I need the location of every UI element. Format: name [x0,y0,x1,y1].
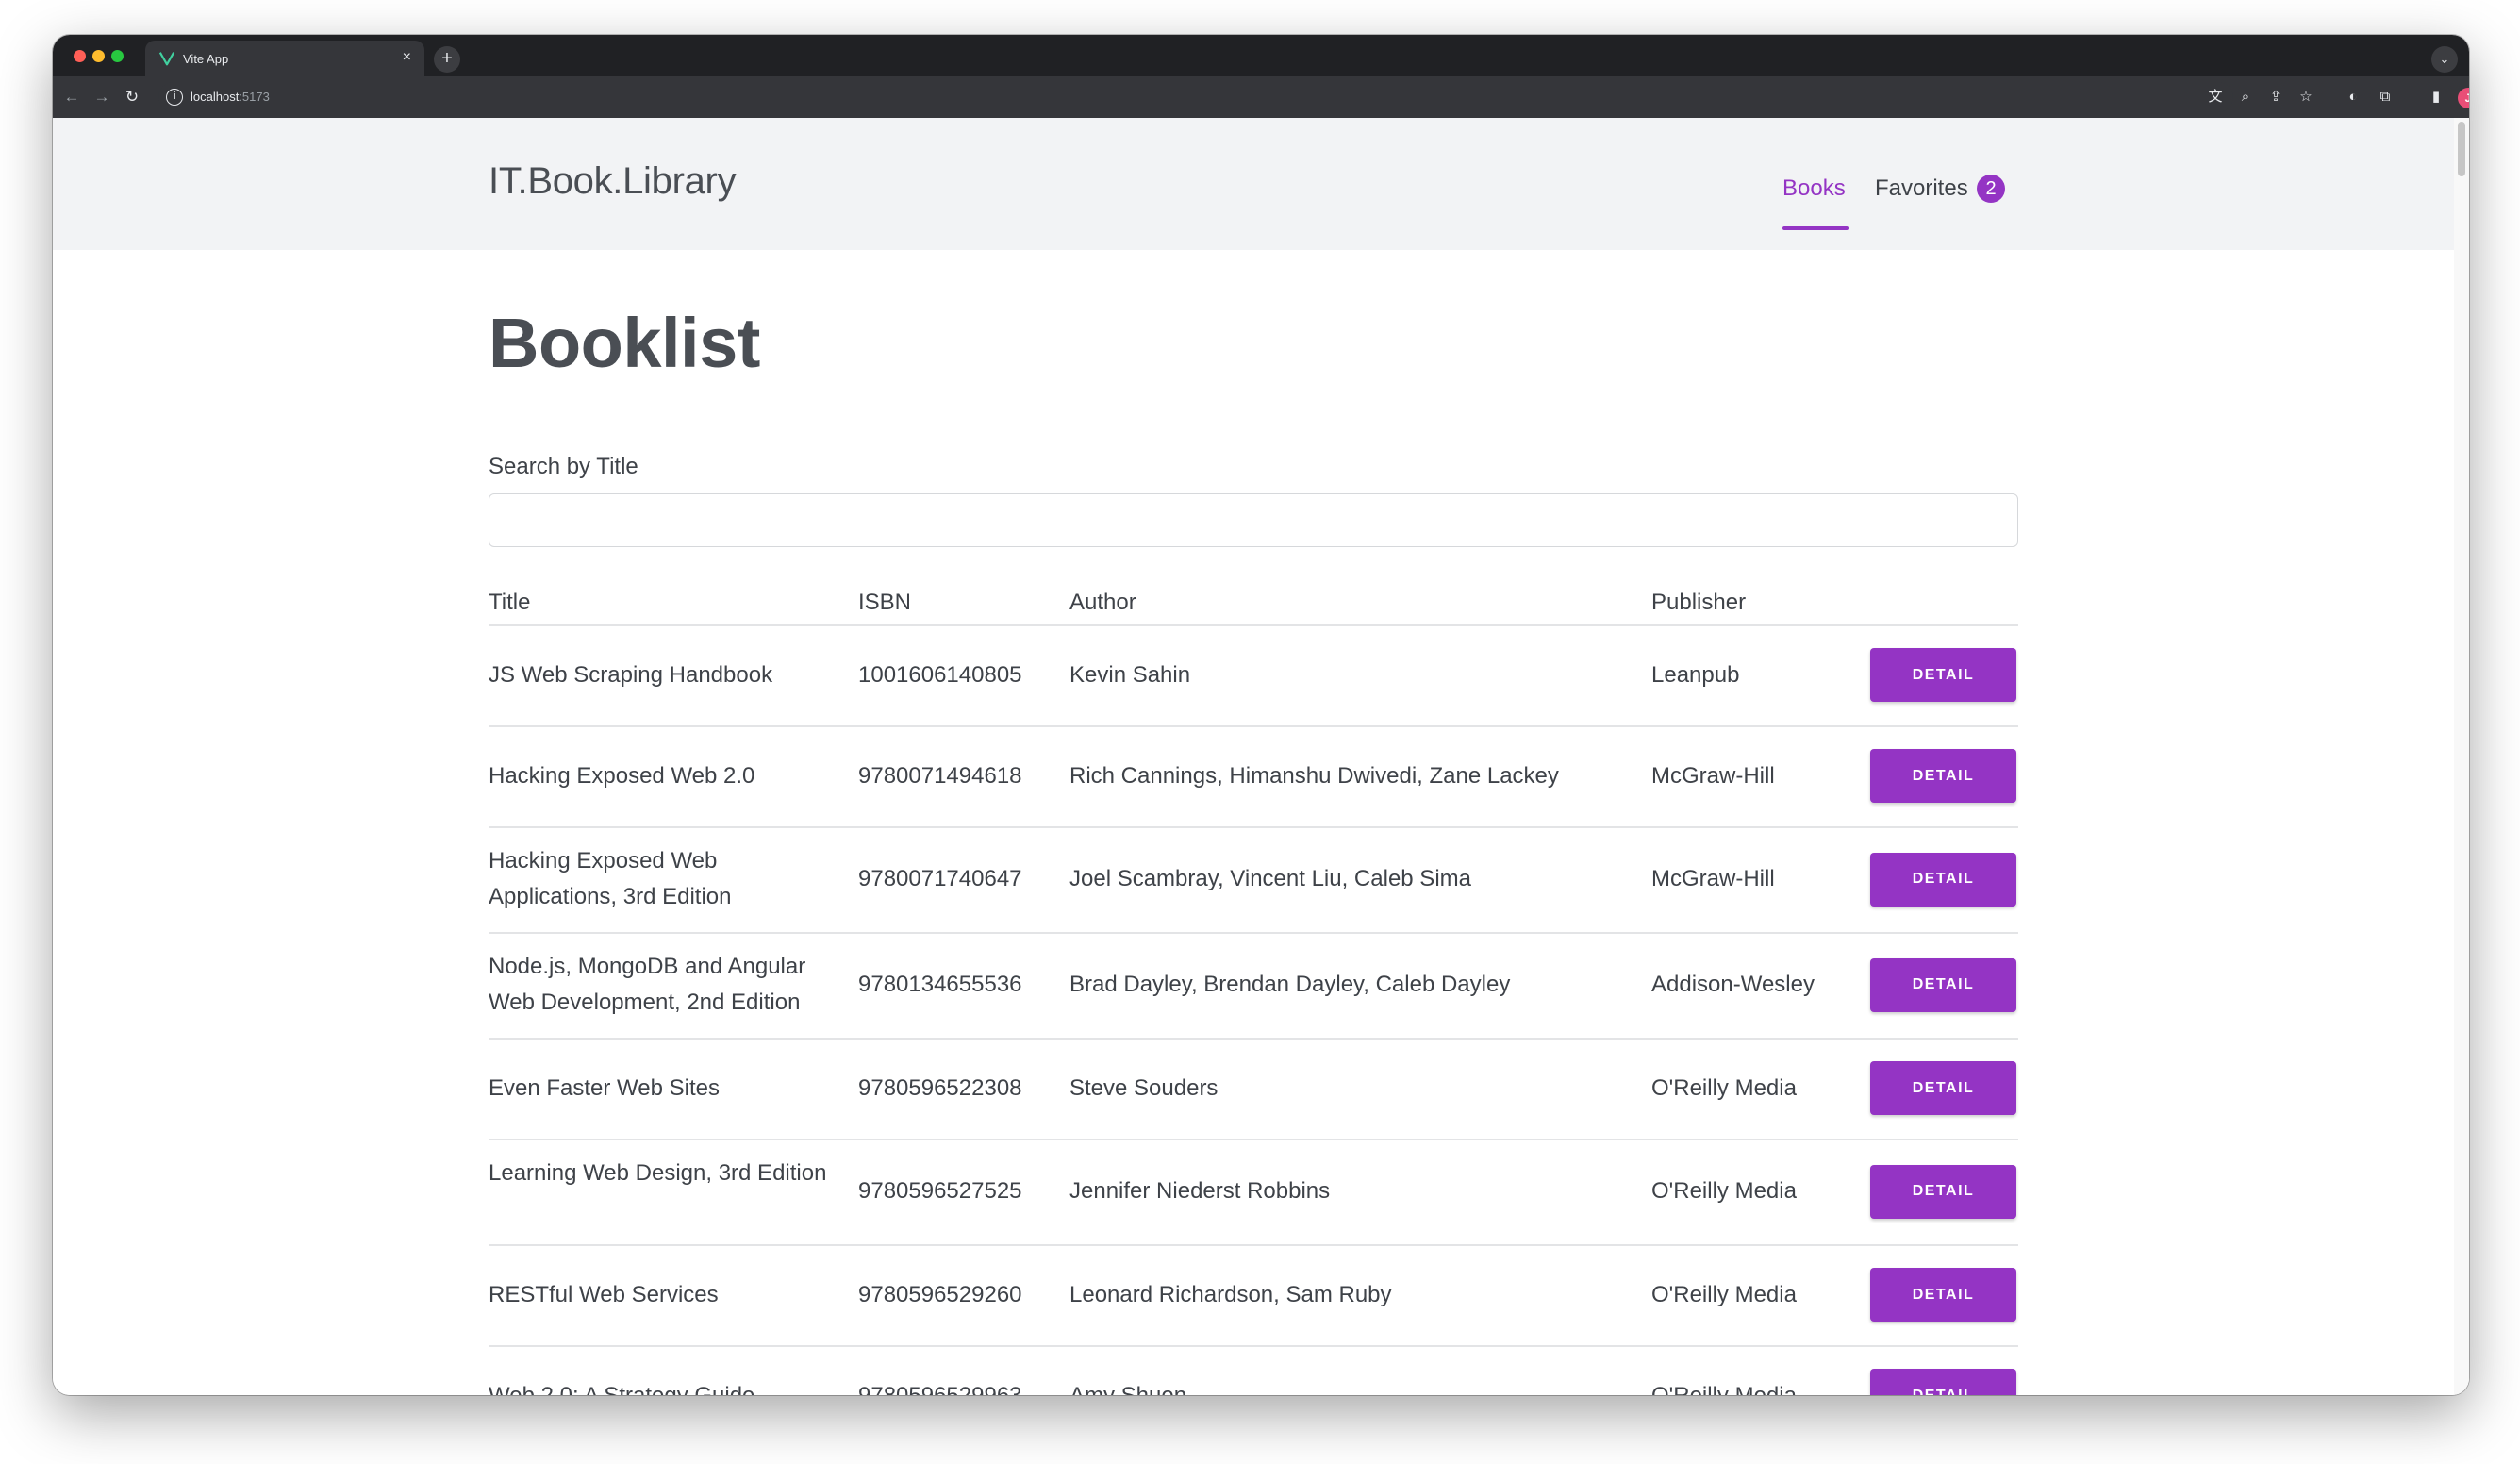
tab-strip: Vite App × + ⌄ [53,35,2469,76]
tab-search-button[interactable]: ⌄ [2431,46,2458,73]
book-publisher-cell: McGraw-Hill [1651,762,1775,789]
book-publisher-cell: McGraw-Hill [1651,866,1775,891]
detail-button[interactable]: DETAIL [1870,648,2016,702]
extension-icon[interactable]: ◐ [2343,87,2363,108]
book-title-cell: RESTful Web Services [489,1281,719,1307]
close-window-button[interactable] [74,50,86,62]
scrollbar-thumb[interactable] [2458,122,2465,176]
side-panel-icon[interactable]: ▮ [2426,87,2446,108]
forward-arrow-icon[interactable]: → [91,86,113,108]
page-viewport: IT.Book.Library Books Favorites 2 Bookli… [53,118,2469,1395]
book-title-cell: Hacking Exposed Web Applications, 3rd Ed… [489,848,732,909]
url-text: localhost:5173 [191,90,270,104]
page-title: Booklist [489,304,760,382]
book-author-cell: Jennifer Niederst Robbins [1069,1178,1331,1204]
address-bar[interactable]: i localhost:5173 [158,82,2233,112]
book-isbn-cell: 9780596522308 [858,1074,1022,1101]
book-isbn-cell: 9780071494618 [858,762,1022,789]
book-author-cell: Steve Souders [1069,1074,1219,1101]
book-author-cell: Joel Scambray, Vincent Liu, Caleb Sima [1069,866,1471,891]
book-publisher-cell: O'Reilly Media [1651,1074,1797,1101]
back-arrow-icon[interactable]: ← [60,86,83,108]
header-title: Title [489,590,531,615]
row-divider [489,1038,2018,1040]
page-scrollbar[interactable] [2454,118,2469,1395]
url-host: localhost [191,90,240,104]
book-isbn-cell: 9780134655536 [858,972,1022,997]
active-nav-indicator [1782,226,1849,230]
row-divider [489,826,2018,828]
puzzle-extensions-icon[interactable]: ⧉ [2375,87,2396,108]
row-divider [489,725,2018,727]
book-author-cell: Brad Dayley, Brendan Dayley, Caleb Dayle… [1069,972,1511,997]
new-tab-button[interactable]: + [434,46,460,73]
zoom-icon[interactable]: ⌕ [2235,87,2256,108]
book-isbn-cell: 1001606140805 [858,661,1022,688]
minimize-window-button[interactable] [92,50,105,62]
book-title-cell: JS Web Scraping Handbook [489,661,773,688]
detail-button[interactable]: DETAIL [1870,749,2016,803]
book-publisher-cell: O'Reilly Media [1651,1178,1797,1204]
detail-button[interactable]: DETAIL [1870,1268,2016,1322]
row-divider [489,1244,2018,1246]
url-port: :5173 [239,90,270,104]
row-divider [489,1345,2018,1347]
favorites-count-badge: 2 [1977,175,2005,203]
site-header: IT.Book.Library Books Favorites 2 [53,118,2454,250]
share-icon[interactable]: ⇪ [2265,87,2286,108]
detail-button[interactable]: DETAIL [1870,852,2016,907]
book-title-cell: Even Faster Web Sites [489,1074,720,1101]
detail-button[interactable]: DETAIL [1870,957,2016,1012]
book-isbn-cell: 9780596527525 [858,1178,1022,1204]
book-author-cell: Rich Cannings, Himanshu Dwivedi, Zane La… [1069,762,1559,789]
book-title-cell: Learning Web Design, 3rd Edition [489,1160,827,1186]
detail-button[interactable]: DETAIL [1870,1061,2016,1115]
bookmark-star-icon[interactable]: ☆ [2296,87,2316,108]
translate-icon[interactable]: 文 [2205,87,2226,108]
vite-icon [158,52,175,66]
book-author-cell: Kevin Sahin [1069,661,1191,688]
book-isbn-cell: 9780071740647 [858,866,1022,891]
browser-toolbar: ← → ↻ i localhost:5173 文 ⌕ ⇪ ☆ ◐ ⧉ ▮ J ⋮ [53,76,2469,118]
site-info-icon[interactable]: i [166,89,183,106]
book-publisher-cell: Leanpub [1651,661,1740,688]
book-isbn-cell: 9780596529963 [858,1382,1022,1396]
header-publisher: Publisher [1651,590,1747,615]
book-title-cell: Hacking Exposed Web 2.0 [489,762,755,789]
header-author: Author [1069,590,1136,615]
search-title-input[interactable] [489,493,2018,547]
browser-tab-active[interactable]: Vite App × [145,41,424,76]
row-divider [489,1139,2018,1140]
book-publisher-cell: O'Reilly Media [1651,1281,1797,1307]
profile-avatar[interactable]: J [2458,88,2469,108]
detail-button[interactable]: DETAIL [1870,1164,2016,1219]
reload-icon[interactable]: ↻ [121,86,143,108]
tab-close-icon[interactable]: × [403,49,411,66]
row-divider [489,932,2018,934]
maximize-window-button[interactable] [111,50,124,62]
nav-link-books[interactable]: Books [1782,175,1846,202]
detail-button[interactable]: DETAIL [1870,1369,2016,1395]
header-isbn: ISBN [858,590,912,615]
book-isbn-cell: 9780596529260 [858,1281,1022,1307]
tab-title: Vite App [183,52,229,66]
nav-link-favorites[interactable]: Favorites [1875,175,1968,202]
book-author-cell: Amy Shuen [1069,1382,1187,1396]
book-publisher-cell: Addison-Wesley [1651,972,1815,997]
book-publisher-cell: O'Reilly Media [1651,1382,1797,1396]
book-title-cell: Web 2.0: A Strategy Guide [489,1382,755,1396]
book-author-cell: Leonard Richardson, Sam Ruby [1069,1281,1392,1307]
browser-window: Vite App × + ⌄ ← → ↻ i localhost:5173 文 … [53,35,2469,1395]
site-brand[interactable]: IT.Book.Library [489,160,737,203]
book-title-cell: Node.js, MongoDB and Angular Web Develop… [489,954,806,1015]
search-label: Search by Title [489,454,638,479]
row-divider [489,624,2018,626]
